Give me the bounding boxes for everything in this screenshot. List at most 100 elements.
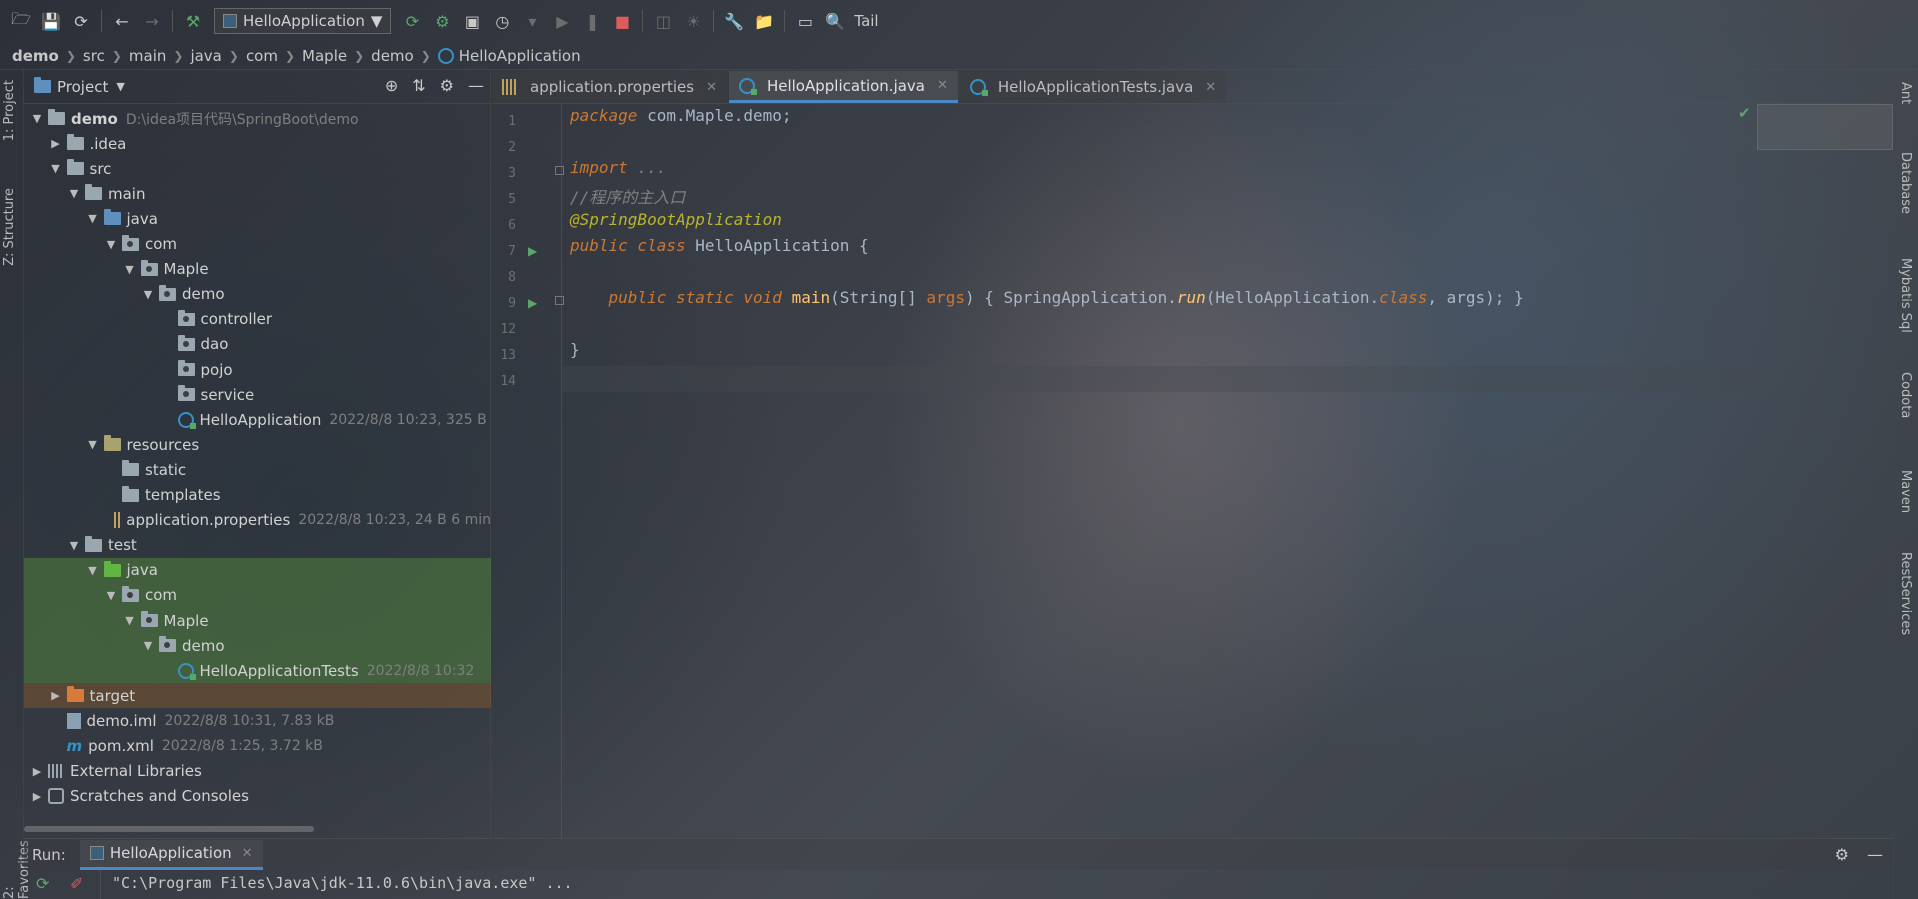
tree-item[interactable]: ▶ External Libraries [24,759,491,784]
open-folder-icon[interactable]: 🗁 [6,6,36,36]
code-line-5[interactable]: //程序的主入口 [570,184,685,208]
code-line-9[interactable]: public static void main(String[] args) {… [570,288,1524,307]
tree-item[interactable]: ▼ java [24,206,491,231]
breadcrumb-item-demo-pkg[interactable]: demo [371,47,414,65]
coverage-icon[interactable]: ▣ [457,6,487,36]
close-icon[interactable]: ✕ [1205,80,1216,95]
close-icon[interactable]: ✕ [706,80,717,95]
expanded-arrow-icon[interactable]: ▼ [67,187,81,200]
collapse-all-icon[interactable]: ⇅ [412,76,425,95]
stop-icon[interactable]: ■ [607,6,637,36]
tree-item[interactable]: pojo [24,357,491,382]
breadcrumb-item-src[interactable]: src [83,47,105,65]
tree-item[interactable]: ▼ demo [24,282,491,307]
wrench-settings-icon[interactable]: 🔧 [719,6,749,36]
tree-item[interactable]: dao [24,332,491,357]
tree-item[interactable]: ▼ src [24,156,491,181]
breadcrumb-item-com[interactable]: com [246,47,278,65]
stop-icon[interactable]: ✐ [70,874,83,893]
tree-item[interactable]: ▼ resources [24,432,491,457]
tree-item[interactable]: ▶ Scratches and Consoles [24,784,491,809]
tail-button[interactable]: Tail [854,12,878,30]
hotswap-icon[interactable]: ☀ [678,6,708,36]
resume-icon[interactable]: ▶ [547,6,577,36]
tree-item[interactable]: ▶ .idea [24,131,491,156]
attach-debugger-icon[interactable]: ◫ [648,6,678,36]
tree-item[interactable]: ▼ main [24,181,491,206]
expanded-arrow-icon[interactable]: ▼ [86,438,100,451]
breadcrumb-item-java[interactable]: java [190,47,221,65]
breadcrumb-item-maple[interactable]: Maple [302,47,347,65]
tree-item[interactable]: ▼ Maple [24,257,491,282]
tool-tab-structure[interactable]: Z: Structure [2,188,17,266]
tree-item[interactable]: ▼ java [24,557,491,583]
rerun-icon[interactable]: ⟳ [36,874,49,893]
expanded-arrow-icon[interactable]: ▼ [123,263,137,276]
tool-tab-restservices[interactable]: RestServices [1898,552,1913,635]
inspection-ok-check-icon[interactable]: ✔ [1738,104,1751,122]
gear-icon[interactable]: ⚙ [1835,845,1849,864]
minimize-icon[interactable]: — [1867,845,1883,864]
tab-helloapplicationtests-java[interactable]: HelloApplicationTests.java ✕ [959,71,1227,103]
expanded-arrow-icon[interactable]: ▼ [86,212,100,225]
tree-item[interactable]: demo.iml 2022/8/8 10:31, 7.83 kB [24,708,491,733]
run-gutter-icon[interactable]: ▶ [528,296,537,310]
tree-item[interactable]: static [24,457,491,482]
project-structure-icon[interactable]: 📁 [749,6,779,36]
tab-helloapplication-java[interactable]: HelloApplication.java ✕ [728,71,958,103]
collapsed-arrow-icon[interactable]: ▶ [49,137,63,150]
breadcrumb-item-main[interactable]: main [129,47,166,65]
code-line-13[interactable]: } [570,340,580,359]
tree-item[interactable]: service [24,382,491,407]
close-icon[interactable]: ✕ [242,846,253,861]
expanded-arrow-icon[interactable]: ▼ [86,564,100,577]
code-line-6[interactable]: @SpringBootApplication [570,210,782,229]
expanded-arrow-icon[interactable]: ▼ [104,589,118,602]
gear-icon[interactable]: ⚙ [440,76,454,95]
tree-item[interactable]: m pom.xml 2022/8/8 1:25, 3.72 kB [24,734,491,759]
terminal-icon[interactable]: ▭ [790,6,820,36]
build-hammer-icon[interactable]: ⚒ [178,6,208,36]
code-line-1[interactable]: package com.Maple.demo; [570,106,792,125]
fold-toggle-icon[interactable] [555,296,564,305]
console-output-line[interactable]: "C:\Program Files\Java\jdk-11.0.6\bin\ja… [112,874,573,892]
tree-item[interactable]: ▼ com [24,232,491,257]
chevron-down-icon[interactable]: ▼ [116,80,124,93]
project-horizontal-scrollbar[interactable] [24,826,314,832]
project-view-select[interactable]: Project [57,78,108,96]
tree-item[interactable]: HelloApplication 2022/8/8 10:23, 325 B [24,407,491,432]
expanded-arrow-icon[interactable]: ▼ [141,288,155,301]
tool-tab-ant[interactable]: Ant [1898,82,1913,104]
back-arrow-icon[interactable]: ← [107,6,137,36]
run-dropdown-icon[interactable]: ▾ [517,6,547,36]
rerun-icon[interactable]: ⟳ [397,6,427,36]
expanded-arrow-icon[interactable]: ▼ [30,112,44,125]
tree-item[interactable]: HelloApplicationTests 2022/8/8 10:32 [24,658,491,684]
locate-target-icon[interactable]: ⊕ [385,76,398,95]
collapsed-arrow-icon[interactable]: ▶ [49,689,63,702]
tool-tab-database[interactable]: Database [1898,152,1913,214]
code-line-7[interactable]: public class HelloApplication { [570,236,869,255]
tool-tab-maven[interactable]: Maven [1898,470,1913,513]
tree-item[interactable]: ▼ Maple [24,608,491,633]
run-gutter-icon[interactable]: ▶ [528,244,537,258]
breadcrumb-item-helloapplication[interactable]: HelloApplication [459,47,581,65]
tree-item[interactable]: ▼ demo D:\idea项目代码\SpringBoot\demo [24,106,491,131]
collapsed-arrow-icon[interactable]: ▶ [30,790,44,803]
expanded-arrow-icon[interactable]: ▼ [49,162,63,175]
tree-item[interactable]: ▶ target [24,683,491,709]
sync-icon[interactable]: ⟳ [66,6,96,36]
breadcrumb-item-demo[interactable]: demo [12,47,59,65]
close-icon[interactable]: ✕ [937,78,948,93]
save-icon[interactable]: 💾 [36,6,66,36]
tree-item[interactable]: ▼ com [24,582,491,608]
minimize-icon[interactable]: — [468,76,484,95]
code-line-3[interactable]: import ... [570,158,666,177]
tool-tab-mybatis-sql[interactable]: Mybatis Sql [1898,258,1913,333]
tree-item[interactable]: templates [24,483,491,508]
tree-item[interactable]: ▼ demo [24,633,491,659]
tree-item[interactable]: ▼ test [24,533,491,558]
profile-icon[interactable]: ◷ [487,6,517,36]
run-tab-helloapplication[interactable]: HelloApplication ✕ [79,839,263,870]
tree-item[interactable]: controller [24,307,491,332]
